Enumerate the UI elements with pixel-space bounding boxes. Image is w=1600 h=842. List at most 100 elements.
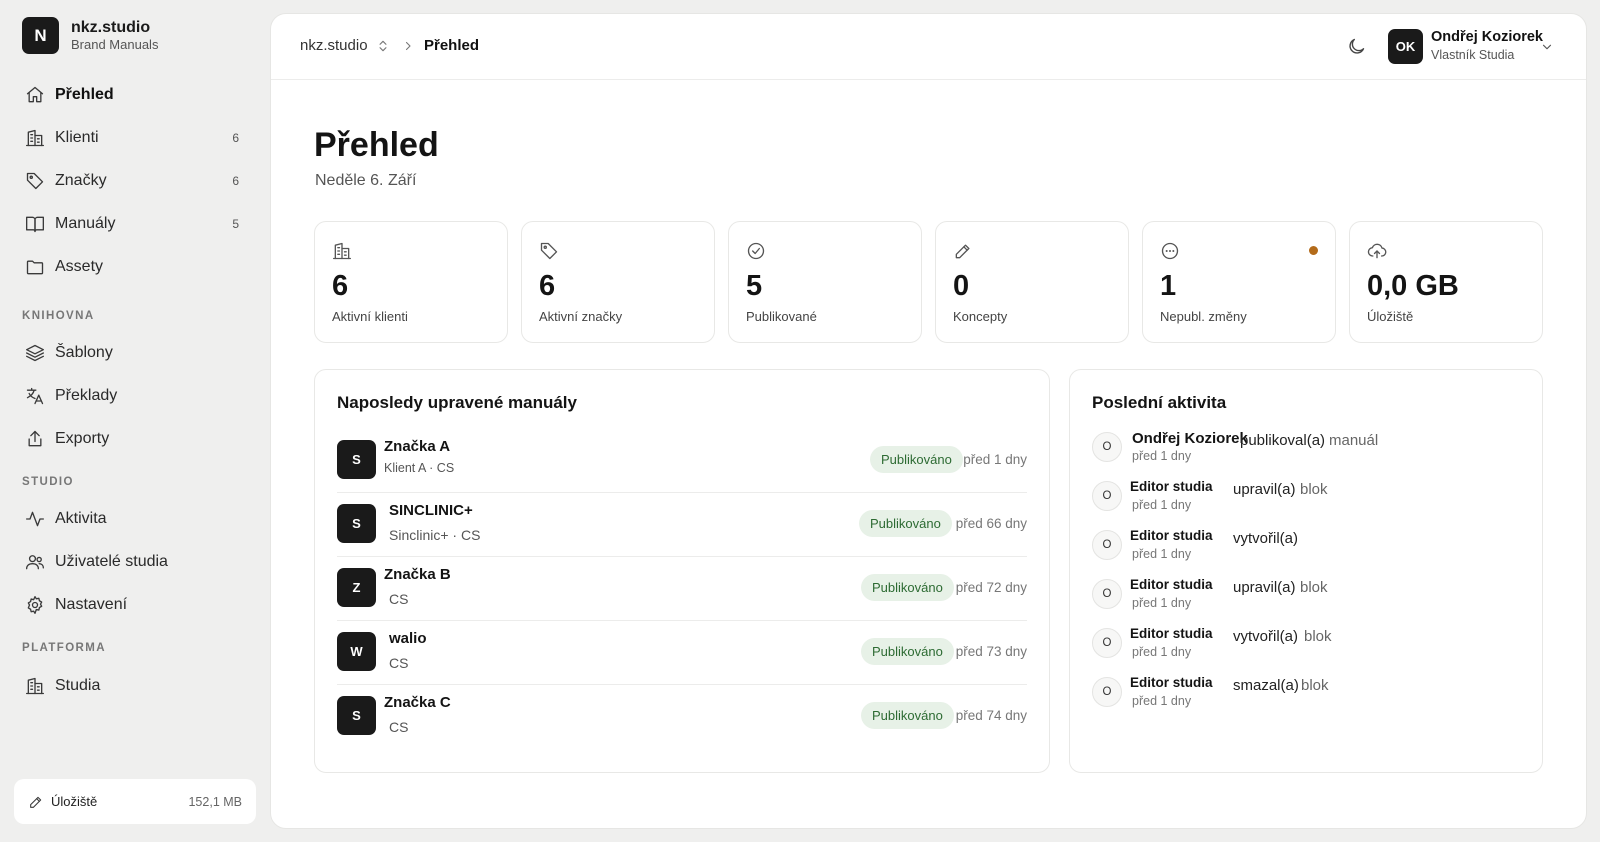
- chevron-down-icon[interactable]: [1540, 40, 1554, 54]
- manual-row[interactable]: Z Značka B CS Publikováno před 72 dny: [337, 556, 1027, 621]
- activity-time: před 1 dny: [1132, 694, 1192, 708]
- stat-value: 0,0 GB: [1367, 270, 1459, 302]
- storage-value: 152,1 MB: [188, 794, 242, 809]
- sidebar-item-label: Manuály: [55, 215, 116, 232]
- activity-item[interactable]: O Editor studia vytvořil(a) před 1 dny: [1092, 526, 1532, 574]
- sidebar-item-sablony[interactable]: Šablony: [14, 334, 254, 372]
- layers-icon: [26, 344, 44, 362]
- tag-icon: [540, 242, 558, 260]
- sidebar-item-manualy[interactable]: Manuály 5: [14, 205, 254, 243]
- breadcrumb-current: Přehled: [424, 37, 480, 54]
- sidebar-item-count: 5: [232, 217, 239, 231]
- activity-avatar: O: [1092, 628, 1122, 658]
- manual-logo: W: [337, 632, 376, 671]
- user-role: Vlastník Studia: [1431, 48, 1515, 62]
- brand-name: nkz.studio: [71, 19, 151, 36]
- activity-verb: vytvořil(a): [1233, 628, 1299, 645]
- user-name[interactable]: Ondřej Koziorek: [1431, 29, 1543, 45]
- status-badge: Publikováno: [870, 446, 963, 473]
- stat-card-published[interactable]: 5 Publikované: [728, 221, 922, 343]
- studio-switcher[interactable]: nkz.studio: [300, 37, 390, 54]
- chevron-right-icon: [405, 41, 411, 51]
- sidebar-item-label: Klienti: [55, 129, 99, 146]
- sidebar-item-count: 6: [232, 131, 239, 145]
- activity-time: před 1 dny: [1132, 645, 1192, 659]
- moon-icon[interactable]: [1346, 36, 1367, 57]
- sidebar-item-preklady[interactable]: Překlady: [14, 377, 254, 415]
- sidebar-item-assety[interactable]: Assety: [14, 248, 254, 286]
- activity-time: před 1 dny: [1132, 498, 1192, 512]
- manual-row[interactable]: W walio CS Publikováno před 73 dny: [337, 620, 1027, 685]
- activity-item[interactable]: O Ondřej Koziorek publikoval(a) manuál p…: [1092, 428, 1532, 476]
- brand[interactable]: N nkz.studio Brand Manuals: [22, 17, 158, 54]
- sidebar-item-znacky[interactable]: Značky 6: [14, 162, 254, 200]
- activity-avatar: O: [1092, 432, 1122, 462]
- sidebar-item-label: Překlady: [55, 387, 118, 404]
- folder-icon: [26, 260, 44, 275]
- user-avatar[interactable]: OK: [1388, 29, 1423, 64]
- manual-meta: Sinclinic+ · CS: [389, 527, 481, 543]
- manual-time: před 66 dny: [955, 516, 1027, 531]
- stat-label: Koncepty: [953, 309, 1008, 324]
- activity-time: před 1 dny: [1132, 547, 1192, 561]
- manual-time: před 73 dny: [955, 644, 1027, 659]
- manual-row[interactable]: S Značka C CS Publikováno před 74 dny: [337, 684, 1027, 749]
- manual-meta: CS: [389, 591, 409, 607]
- sidebar-item-count: 6: [232, 174, 239, 188]
- stat-card-unpublished[interactable]: 1 Nepubl. změny: [1142, 221, 1336, 343]
- activity-avatar: O: [1092, 481, 1122, 511]
- activity-item[interactable]: O Editor studia upravil(a) blok před 1 d…: [1092, 477, 1532, 525]
- page-title: Přehled: [314, 126, 439, 164]
- book-icon: [26, 216, 44, 233]
- stat-label: Nepubl. změny: [1160, 309, 1247, 324]
- sidebar-item-studia[interactable]: Studia: [14, 667, 254, 705]
- stat-card-brands[interactable]: 6 Aktivní značky: [521, 221, 715, 343]
- breadcrumb-studio: nkz.studio: [300, 37, 368, 54]
- sidebar-item-label: Aktivita: [55, 510, 107, 527]
- storage-summary[interactable]: Úložiště 152,1 MB: [14, 779, 256, 824]
- sidebar-item-uzivatele[interactable]: Uživatelé studia: [14, 543, 254, 581]
- manual-row[interactable]: S Značka A Klient A · CS Publikováno pře…: [337, 428, 1027, 493]
- sidebar-item-label: Exporty: [55, 430, 110, 447]
- manual-meta: CS: [389, 719, 409, 735]
- recent-manuals-panel: Naposledy upravené manuály S Značka A Kl…: [314, 369, 1050, 773]
- sidebar-item-aktivita[interactable]: Aktivita: [14, 500, 254, 538]
- building-icon: [26, 677, 44, 695]
- activity-verb: upravil(a): [1233, 481, 1296, 498]
- sidebar-item-exporty[interactable]: Exporty: [14, 420, 254, 458]
- stat-card-clients[interactable]: 6 Aktivní klienti: [314, 221, 508, 343]
- activity-object: blok: [1300, 579, 1328, 596]
- activity-panel: Poslední aktivita O Ondřej Koziorek publ…: [1069, 369, 1543, 773]
- section-label-library: KNIHOVNA: [22, 310, 95, 322]
- stat-label: Aktivní klienti: [332, 309, 408, 324]
- manual-row[interactable]: S SINCLINIC+ Sinclinic+ · CS Publikováno…: [337, 492, 1027, 557]
- stat-label: Úložiště: [1367, 309, 1414, 324]
- activity-actor: Editor studia: [1130, 479, 1213, 494]
- activity-item[interactable]: O Editor studia vytvořil(a) blok před 1 …: [1092, 624, 1532, 672]
- main-panel: nkz.studio Přehled OK Ondřej Koziorek Vl…: [270, 13, 1587, 829]
- storage-label: Úložiště: [51, 794, 98, 809]
- brand-subtitle: Brand Manuals: [71, 37, 159, 52]
- manual-logo: Z: [337, 568, 376, 607]
- sidebar: N nkz.studio Brand Manuals Přehled Klien…: [0, 0, 270, 842]
- activity-item[interactable]: O Editor studia smazal(a) blok před 1 dn…: [1092, 673, 1532, 721]
- activity-actor: Editor studia: [1130, 577, 1213, 592]
- activity-verb: publikoval(a): [1240, 432, 1326, 449]
- sidebar-item-prehled[interactable]: Přehled: [14, 76, 254, 114]
- activity-item[interactable]: O Editor studia upravil(a) blok před 1 d…: [1092, 575, 1532, 623]
- activity-verb: vytvořil(a): [1233, 530, 1299, 547]
- stat-label: Aktivní značky: [539, 309, 623, 324]
- sidebar-item-klienti[interactable]: Klienti 6: [14, 119, 254, 157]
- manual-name: SINCLINIC+: [389, 502, 473, 519]
- activity-actor: Editor studia: [1130, 675, 1213, 690]
- activity-object: blok: [1304, 628, 1332, 645]
- sidebar-item-label: Nastavení: [55, 596, 128, 613]
- activity-avatar: O: [1092, 677, 1122, 707]
- stat-card-storage[interactable]: 0,0 GB Úložiště: [1349, 221, 1543, 343]
- status-badge: Publikováno: [861, 574, 954, 601]
- stat-card-drafts[interactable]: 0 Koncepty: [935, 221, 1129, 343]
- page-date: Neděle 6. Září: [315, 172, 417, 189]
- activity-icon: [26, 511, 44, 527]
- sidebar-item-nastaveni[interactable]: Nastavení: [14, 586, 254, 624]
- manual-meta: CS: [389, 655, 409, 671]
